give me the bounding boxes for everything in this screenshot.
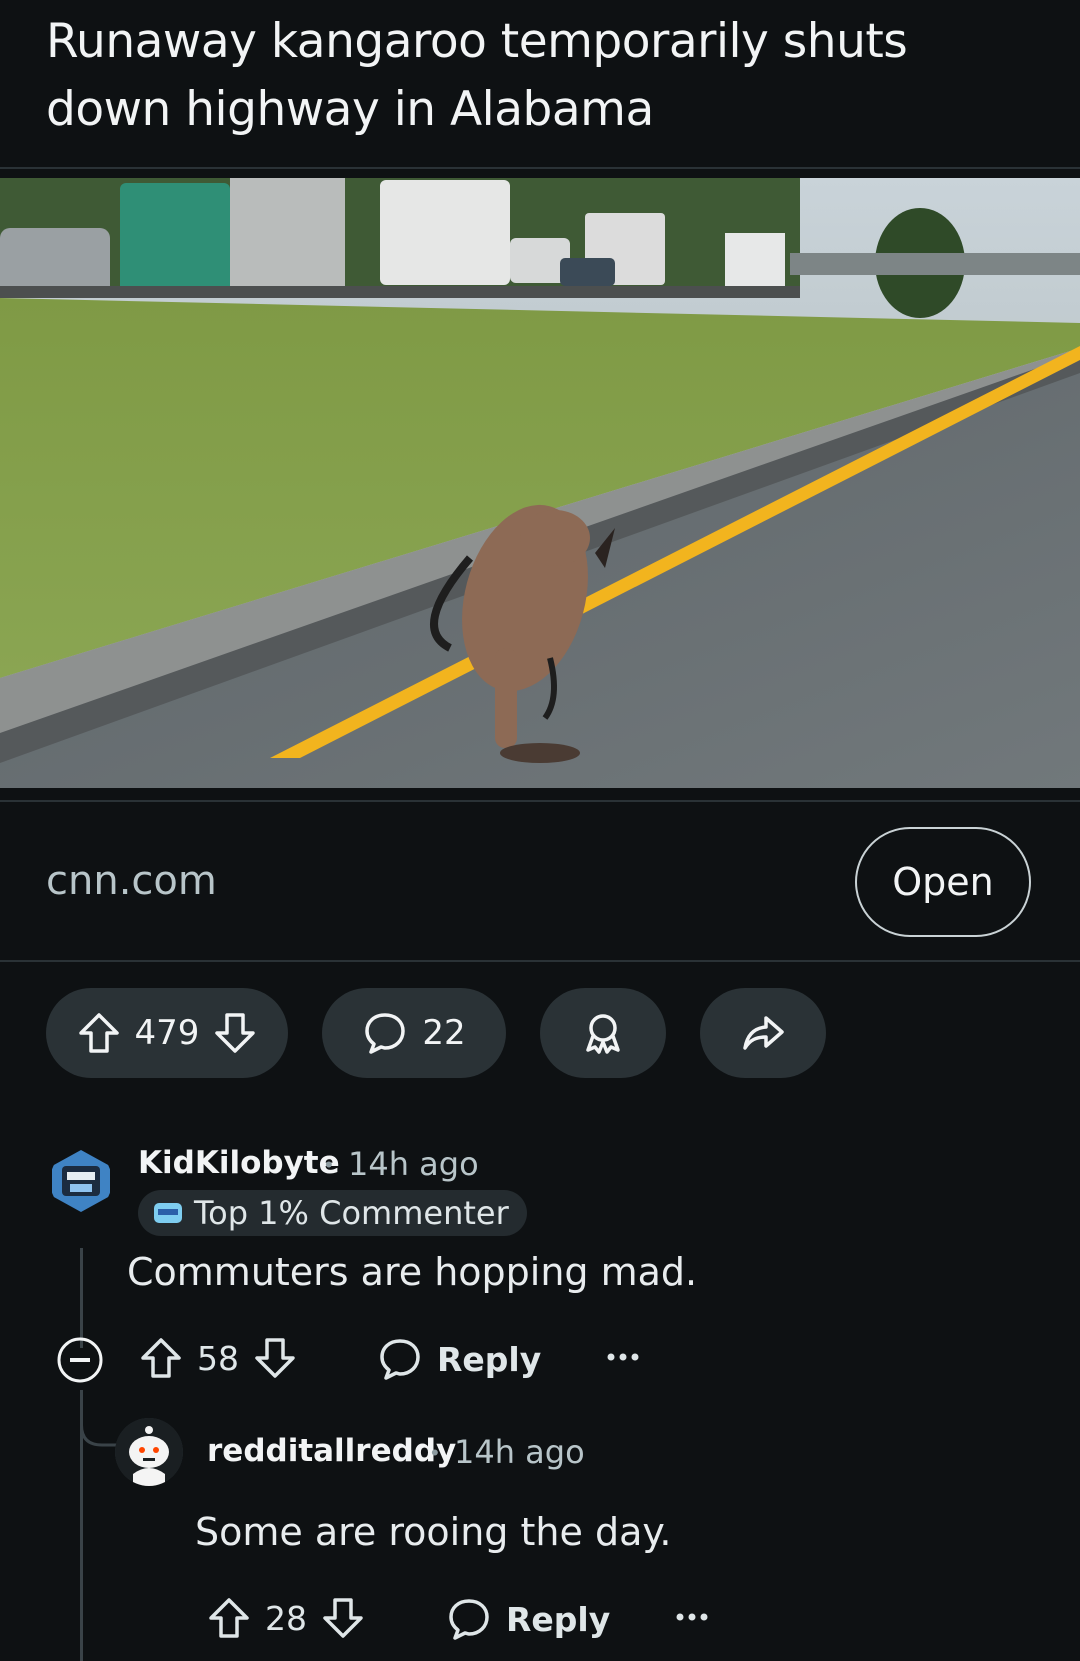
reply-label: Reply	[506, 1599, 611, 1639]
post-vote-count: 479	[134, 1013, 200, 1053]
award-button[interactable]	[540, 988, 666, 1078]
divider	[0, 167, 1080, 169]
arrow-down-icon[interactable]	[321, 1596, 365, 1640]
avatar[interactable]	[115, 1418, 183, 1486]
comment-body: Some are rooing the day.	[195, 1510, 672, 1554]
comment-author[interactable]: KidKilobyte	[138, 1145, 340, 1181]
reply-button[interactable]: Reply	[446, 1596, 610, 1642]
comment-vote-row: 28	[207, 1596, 365, 1640]
user-flair: Top 1% Commenter	[138, 1190, 527, 1236]
open-link-button[interactable]: Open	[855, 827, 1031, 937]
comment-age: 14h ago	[454, 1433, 585, 1471]
share-icon	[743, 1016, 784, 1050]
more-options-button[interactable]	[674, 1602, 710, 1632]
vote-pill: 479	[46, 988, 288, 1078]
comments-button[interactable]: 22	[322, 988, 506, 1078]
speech-bubble-icon	[380, 1339, 420, 1380]
ellipsis-icon	[607, 1353, 639, 1361]
minus-circle-icon	[57, 1337, 103, 1383]
post-title: Runaway kangaroo temporarily shuts down …	[46, 14, 908, 137]
comment-age: 14h ago	[348, 1145, 479, 1183]
comment-vote-count: 58	[197, 1338, 239, 1378]
arrow-down-icon[interactable]	[213, 1011, 257, 1055]
comment-vote-row: 58	[139, 1336, 297, 1380]
link-domain[interactable]: cnn.com	[46, 858, 217, 904]
reply-button[interactable]: Reply	[377, 1336, 541, 1382]
post-comment-count: 22	[422, 1013, 466, 1053]
kangaroo-highway-image	[0, 178, 1080, 788]
user-avatar-icon	[52, 1150, 110, 1212]
divider	[0, 960, 1080, 962]
speech-bubble-icon	[365, 1013, 406, 1054]
arrow-down-icon[interactable]	[253, 1336, 297, 1380]
arrow-up-icon[interactable]	[139, 1336, 183, 1380]
divider	[0, 800, 1080, 802]
arrow-up-icon[interactable]	[207, 1596, 251, 1640]
collapse-button[interactable]	[56, 1336, 104, 1384]
arrow-up-icon[interactable]	[77, 1011, 121, 1055]
award-icon	[586, 1014, 620, 1054]
separator-dot: •	[431, 1440, 439, 1465]
post-image[interactable]	[0, 178, 1080, 788]
comment-body: Commuters are hopping mad.	[127, 1250, 698, 1294]
speech-bubble-icon	[449, 1599, 489, 1640]
thread-line[interactable]	[80, 1248, 83, 1348]
share-button[interactable]	[700, 988, 826, 1078]
separator-dot: •	[325, 1152, 333, 1177]
comment-vote-count: 28	[265, 1598, 307, 1638]
avatar[interactable]	[50, 1148, 112, 1214]
commenter-badge-icon	[154, 1203, 182, 1223]
reply-label: Reply	[437, 1339, 542, 1379]
comment-author[interactable]: redditallreddy	[207, 1433, 456, 1469]
more-options-button[interactable]	[605, 1342, 641, 1372]
flair-label: Top 1% Commenter	[194, 1194, 509, 1232]
ellipsis-icon	[676, 1613, 708, 1621]
user-avatar-icon	[115, 1418, 183, 1486]
